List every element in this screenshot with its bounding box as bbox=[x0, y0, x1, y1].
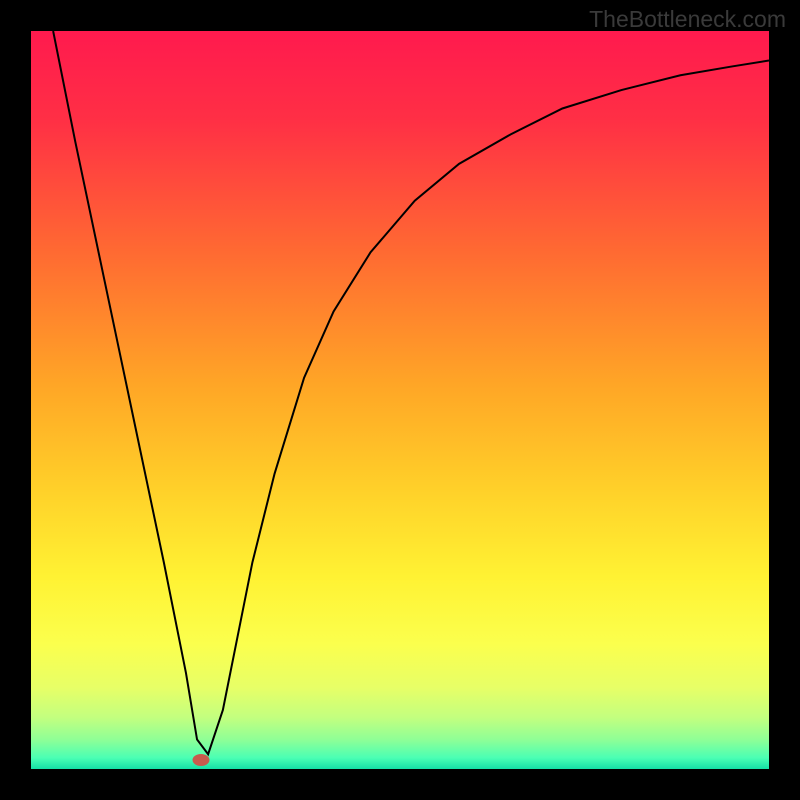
bottleneck-curve bbox=[53, 31, 769, 754]
optimal-point-marker bbox=[192, 754, 209, 766]
curve-layer bbox=[31, 31, 769, 769]
watermark-text: TheBottleneck.com bbox=[589, 6, 786, 33]
chart-frame: TheBottleneck.com bbox=[0, 0, 800, 800]
plot-area bbox=[31, 31, 769, 769]
